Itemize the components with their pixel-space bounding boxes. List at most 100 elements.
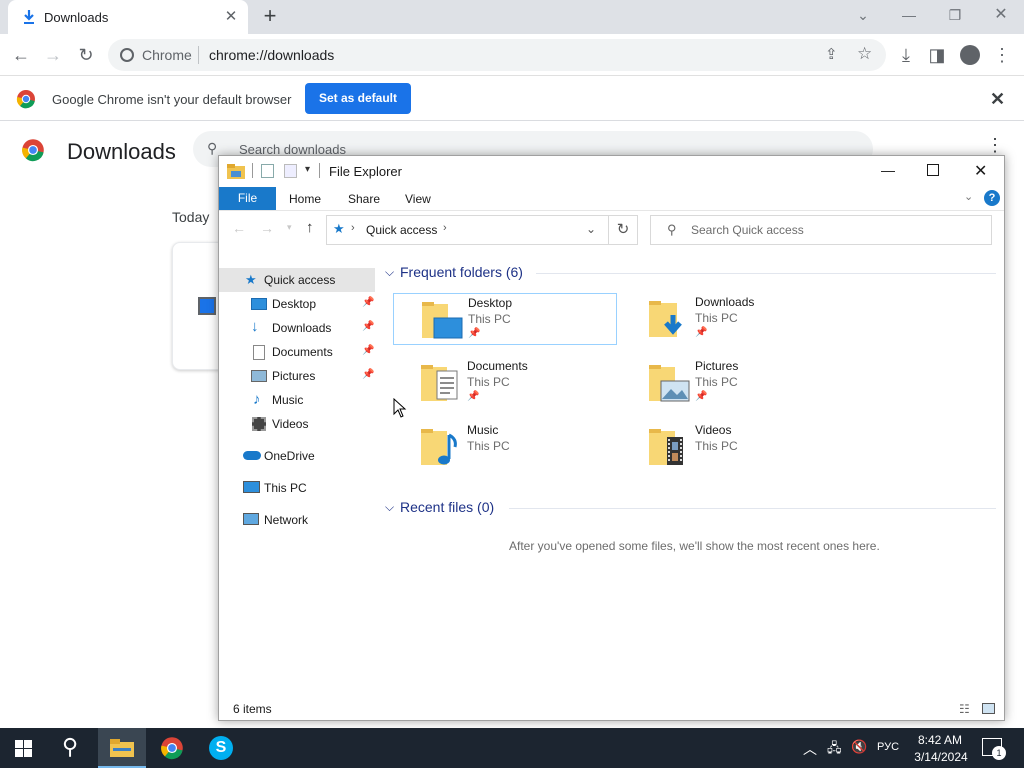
search-quick-access-input[interactable]: ⚲ Search Quick access — [650, 215, 992, 245]
side-panel-icon[interactable]: ◨ — [924, 42, 950, 68]
up-arrow-icon[interactable]: ↑ — [306, 219, 314, 236]
downloads-icon[interactable]: ⤓ — [893, 42, 919, 68]
tab-close-icon[interactable]: ✕ — [222, 8, 240, 26]
properties-icon[interactable] — [261, 164, 274, 178]
clock-time[interactable]: 8:42 AM — [912, 733, 968, 747]
folder-tile-documents[interactable]: Documents This PC 📌 — [393, 357, 617, 409]
nav-item-quick-access[interactable]: ★ Quick access — [219, 268, 375, 292]
new-folder-icon[interactable] — [284, 164, 297, 178]
omnibox-separator — [198, 46, 199, 64]
nav-item-pictures[interactable]: Pictures 📌 — [219, 364, 375, 388]
help-icon[interactable]: ? — [984, 190, 1000, 206]
nav-item-this-pc[interactable]: This PC — [219, 476, 375, 500]
qat-dropdown-icon[interactable]: ▾ — [305, 164, 310, 175]
explorer-minimize-button[interactable]: — — [881, 162, 895, 178]
nav-item-documents[interactable]: Documents 📌 — [219, 340, 375, 364]
ribbon-tab-share[interactable]: Share — [348, 192, 380, 206]
notification-center-icon[interactable]: 1 — [982, 738, 1006, 760]
volume-muted-icon[interactable]: 🔇 — [851, 739, 867, 755]
search-icon: ⚲ — [62, 734, 79, 759]
nav-label: Pictures — [272, 369, 316, 383]
collapse-chevron-icon[interactable]: ⌵ — [385, 500, 394, 515]
nav-item-network[interactable]: Network — [219, 508, 375, 532]
nav-item-downloads[interactable]: ↓ Downloads 📌 — [219, 316, 375, 340]
nav-item-videos[interactable]: Videos — [219, 412, 375, 436]
minimize-button[interactable]: — — [894, 5, 924, 25]
details-view-icon[interactable]: ☷ — [959, 702, 970, 716]
nav-label: This PC — [264, 481, 307, 495]
chrome-logo-icon — [161, 737, 183, 760]
explorer-close-button[interactable]: ✕ — [974, 161, 987, 181]
taskbar-file-explorer[interactable] — [98, 728, 146, 768]
explorer-maximize-button[interactable] — [927, 164, 939, 176]
new-tab-button[interactable]: + — [258, 5, 282, 29]
nav-item-music[interactable]: ♪ Music — [219, 388, 375, 412]
address-dropdown-icon[interactable]: ⌄ — [586, 222, 596, 236]
network-status-icon[interactable]: 🖧 — [827, 739, 842, 761]
folder-tile-music[interactable]: Music This PC — [393, 421, 617, 473]
pin-icon: 📌 — [467, 391, 480, 402]
recent-files-header[interactable]: Recent files (0) — [400, 499, 494, 515]
desktop-folder-icon — [422, 302, 463, 339]
input-language[interactable]: РУС — [877, 741, 899, 753]
breadcrumb-chevron-icon[interactable]: › — [443, 222, 447, 234]
ribbon-tab-home[interactable]: Home — [289, 192, 321, 206]
address-row: ← → ▾ ↑ ★ › Quick access › ⌄ ↻ ⚲ Search … — [219, 212, 1004, 248]
tab-downloads[interactable]: Downloads ✕ — [8, 0, 248, 34]
omnibox[interactable]: Chrome chrome://downloads ⇪ ☆ — [108, 39, 886, 71]
profile-avatar[interactable] — [957, 42, 983, 68]
nav-item-desktop[interactable]: Desktop 📌 — [219, 292, 375, 316]
search-button[interactable]: ⚲ — [48, 728, 96, 768]
explorer-title: File Explorer — [329, 164, 402, 179]
breadcrumb-chevron-icon[interactable]: › — [351, 222, 355, 234]
forward-arrow-icon[interactable]: → — [260, 220, 274, 236]
menu-kebab-icon[interactable]: ⋮ — [989, 42, 1015, 68]
clock-date[interactable]: 3/14/2024 — [910, 750, 972, 764]
search-icon: ⚲ — [667, 222, 677, 237]
set-as-default-button[interactable]: Set as default — [305, 83, 411, 114]
film-icon — [252, 417, 266, 431]
frequent-folders-header[interactable]: Frequent folders (6) — [400, 264, 523, 280]
taskbar-chrome[interactable] — [148, 728, 196, 768]
folder-tile-videos[interactable]: Videos This PC — [621, 421, 845, 473]
downloads-menu-icon[interactable]: ⋮ — [986, 136, 1004, 154]
pin-icon: 📌 — [362, 345, 375, 356]
downloads-folder-icon — [649, 301, 682, 337]
show-hidden-icons-icon[interactable]: ︿ — [803, 739, 817, 759]
nav-item-onedrive[interactable]: OneDrive — [219, 444, 375, 468]
expand-ribbon-icon[interactable]: ⌄ — [964, 190, 973, 203]
folder-tile-pictures[interactable]: Pictures This PC 📌 — [621, 357, 845, 409]
ribbon-tab-view[interactable]: View — [405, 192, 431, 206]
tab-search-icon[interactable]: ⌄ — [848, 5, 878, 25]
recent-locations-icon[interactable]: ▾ — [287, 222, 292, 233]
reload-button[interactable]: ↻ — [73, 42, 99, 68]
qat-separator — [252, 163, 253, 178]
close-button[interactable]: ✕ — [986, 5, 1016, 25]
forward-button[interactable]: → — [40, 42, 66, 68]
file-explorer-window: ▾ File Explorer — ✕ File Home Share View… — [218, 155, 1005, 721]
nav-label: Downloads — [272, 321, 332, 335]
tab-strip: Downloads ✕ + ⌄ — ❐ ✕ — [0, 0, 1024, 34]
music-note-icon: ♪ — [253, 391, 261, 408]
restore-button[interactable]: ❐ — [940, 5, 970, 25]
address-bar[interactable]: ★ › Quick access › ⌄ — [326, 215, 636, 245]
folder-location: This PC — [695, 439, 738, 453]
share-icon[interactable]: ⇪ — [825, 45, 838, 63]
nav-label: Music — [272, 393, 304, 407]
pin-icon: 📌 — [362, 369, 375, 380]
back-arrow-icon[interactable]: ← — [232, 220, 246, 236]
refresh-button[interactable]: ↻ — [608, 215, 638, 245]
large-icons-view-icon[interactable] — [982, 703, 995, 714]
start-button[interactable] — [0, 728, 48, 768]
breadcrumb-quick-access[interactable]: Quick access — [366, 223, 437, 237]
bookmark-star-icon[interactable]: ☆ — [857, 44, 872, 64]
back-button[interactable]: ← — [8, 42, 34, 68]
collapse-chevron-icon[interactable]: ⌵ — [385, 265, 394, 280]
music-folder-icon — [421, 429, 457, 465]
folder-tile-downloads[interactable]: Downloads This PC 📌 — [621, 293, 845, 345]
folder-tile-desktop[interactable]: Desktop This PC 📌 — [393, 293, 617, 345]
ribbon-tab-file[interactable]: File — [219, 187, 276, 210]
taskbar-skype[interactable]: S — [197, 728, 245, 768]
quick-access-star-icon: ★ — [245, 272, 257, 287]
infobar-close-icon[interactable]: ✕ — [990, 89, 1005, 110]
